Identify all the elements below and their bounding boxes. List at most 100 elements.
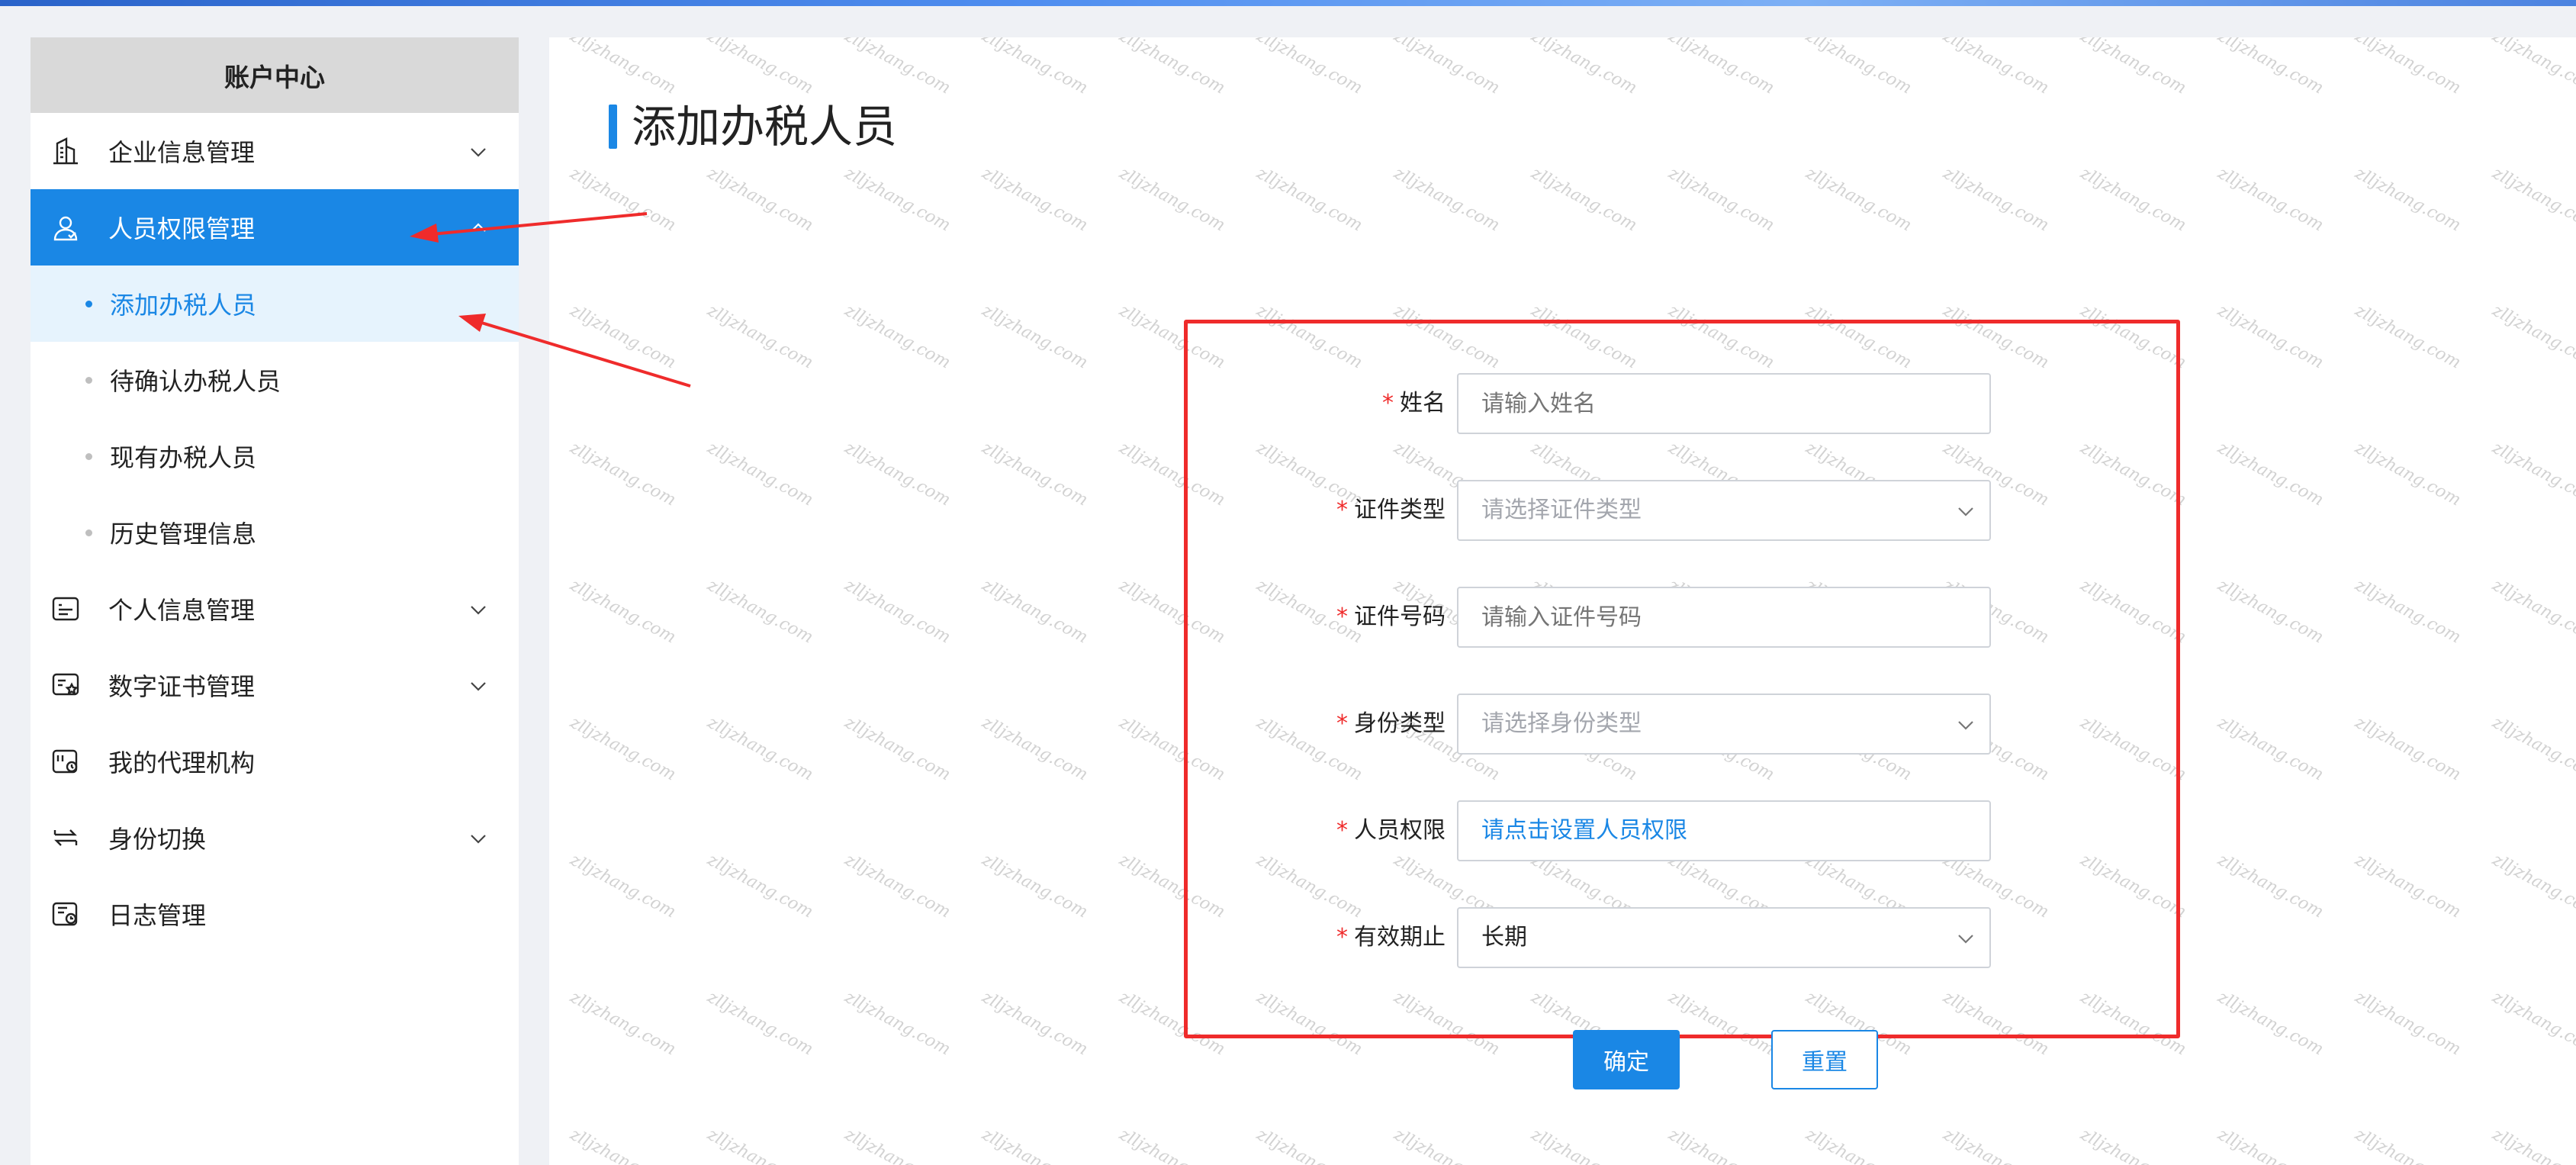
watermark-text: zlljzhang.com — [2214, 163, 2327, 236]
watermark-text: zlljzhang.com — [2489, 713, 2576, 785]
validity-select[interactable]: 长期 — [1457, 907, 1991, 968]
watermark-text: zlljzhang.com — [2489, 850, 2576, 922]
watermark-text: zlljzhang.com — [2077, 163, 2189, 236]
sidebar-subitem-label: 待确认办税人员 — [110, 367, 281, 396]
chevron-down-icon — [471, 682, 486, 691]
watermark-text: zlljzhang.com — [2214, 987, 2327, 1060]
watermark-text: zlljzhang.com — [1116, 1125, 1228, 1165]
form-label-identity-type: * 身份类型 — [1336, 710, 1446, 737]
watermark-text: zlljzhang.com — [2214, 301, 2327, 373]
chevron-down-icon — [471, 148, 486, 157]
watermark-text: zlljzhang.com — [841, 163, 954, 236]
title-accent-bar — [609, 105, 617, 149]
form-label-id-type: * 证件类型 — [1336, 497, 1446, 523]
watermark-text: zlljzhang.com — [2489, 301, 2576, 373]
watermark-text: zlljzhang.com — [567, 987, 679, 1060]
confirm-button[interactable]: 确定 — [1573, 1030, 1680, 1089]
sidebar-subitem-current-tax-staff[interactable]: 现有办税人员 — [31, 418, 519, 494]
watermark-text: zlljzhang.com — [841, 713, 954, 785]
sidebar-item-personal-info[interactable]: 个人信息管理 — [31, 571, 519, 647]
form-row-validity: * 有效期止 长期 — [1336, 907, 1991, 968]
building-icon — [53, 137, 78, 165]
id-type-select[interactable]: 请选择证件类型 — [1457, 480, 1991, 541]
watermark-text: zlljzhang.com — [2489, 438, 2576, 510]
switch-icon — [53, 829, 78, 846]
sidebar-item-my-agency[interactable]: 我的代理机构 — [31, 723, 519, 800]
sidebar-item-log-management[interactable]: 日志管理 — [31, 876, 519, 952]
sidebar-item-label: 个人信息管理 — [108, 596, 256, 625]
watermark-text: zlljzhang.com — [2489, 987, 2576, 1060]
watermark-text: zlljzhang.com — [2214, 438, 2327, 510]
watermark-text: zlljzhang.com — [704, 37, 816, 98]
watermark-text: zlljzhang.com — [979, 987, 1091, 1060]
watermark-text: zlljzhang.com — [567, 438, 679, 510]
bullet-dot — [85, 453, 92, 460]
watermark-text: zlljzhang.com — [979, 37, 1091, 98]
bullet-dot — [85, 377, 92, 384]
sidebar-subitem-history[interactable]: 历史管理信息 — [31, 494, 519, 571]
watermark-text: zlljzhang.com — [567, 713, 679, 785]
watermark-text: zlljzhang.com — [979, 713, 1091, 785]
watermark-text: zlljzhang.com — [567, 163, 679, 236]
watermark-text: zlljzhang.com — [1528, 1125, 1640, 1165]
watermark-text: zlljzhang.com — [2489, 37, 2576, 98]
watermark-text: zlljzhang.com — [567, 301, 679, 373]
chevron-down-icon — [1958, 721, 1973, 730]
watermark-text: zlljzhang.com — [567, 1125, 679, 1165]
watermark-text: zlljzhang.com — [704, 713, 816, 785]
sidebar-subitem-add-tax-staff[interactable]: 添加办税人员 — [31, 266, 519, 342]
form-label-name: * 姓名 — [1382, 390, 1446, 417]
watermark-text: zlljzhang.com — [2352, 163, 2464, 236]
id-number-input[interactable] — [1457, 587, 1991, 648]
watermark-text: zlljzhang.com — [704, 1125, 816, 1165]
chevron-down-icon — [1958, 935, 1973, 944]
watermark-text: zlljzhang.com — [704, 301, 816, 373]
sidebar-item-label: 人员权限管理 — [108, 214, 256, 243]
sidebar-subitem-pending-tax-staff[interactable]: 待确认办税人员 — [31, 342, 519, 418]
agency-icon — [52, 749, 78, 774]
reset-button[interactable]: 重置 — [1771, 1030, 1878, 1089]
watermark-text: zlljzhang.com — [1803, 163, 1915, 236]
chevron-down-icon — [1958, 507, 1973, 517]
form-row-name: * 姓名 — [1382, 373, 1991, 434]
watermark-text: zlljzhang.com — [1528, 37, 1640, 98]
watermark-text: zlljzhang.com — [2352, 575, 2464, 648]
watermark-text: zlljzhang.com — [1253, 37, 1365, 98]
watermark-text: zlljzhang.com — [841, 438, 954, 510]
watermark-text: zlljzhang.com — [2352, 713, 2464, 785]
watermark-text: zlljzhang.com — [979, 301, 1091, 373]
watermark-text: zlljzhang.com — [704, 987, 816, 1060]
watermark-text: zlljzhang.com — [979, 438, 1091, 510]
watermark-text: zlljzhang.com — [979, 850, 1091, 922]
sidebar-item-label: 数字证书管理 — [108, 672, 256, 701]
watermark-text: zlljzhang.com — [1391, 1125, 1503, 1165]
watermark-text: zlljzhang.com — [1803, 1125, 1915, 1165]
watermark-text: zlljzhang.com — [1391, 163, 1503, 236]
watermark-text: zlljzhang.com — [1940, 163, 2052, 236]
sidebar-item-enterprise-info[interactable]: 企业信息管理 — [31, 113, 519, 189]
sidebar-item-identity-switch[interactable]: 身份切换 — [31, 800, 519, 876]
form-label-id-number: * 证件号码 — [1336, 603, 1446, 630]
watermark-text: zlljzhang.com — [1665, 37, 1777, 98]
identity-type-select[interactable]: 请选择身份类型 — [1457, 694, 1991, 755]
watermark-text: zlljzhang.com — [841, 575, 954, 648]
watermark-text: zlljzhang.com — [2214, 575, 2327, 648]
watermark-text: zlljzhang.com — [2077, 37, 2189, 98]
id-card-icon — [52, 597, 79, 621]
form-row-id-type: * 证件类型 请选择证件类型 — [1336, 480, 1991, 541]
name-input[interactable] — [1457, 373, 1991, 434]
watermark-text: zlljzhang.com — [704, 575, 816, 648]
watermark-text: zlljzhang.com — [841, 1125, 954, 1165]
main-content: 添加办税人员 zlljzhang.com zlljzhang.com zlljzha… — [549, 37, 2576, 1165]
permission-setting-field[interactable]: 请点击设置人员权限 — [1457, 800, 1991, 861]
sidebar-item-staff-permissions[interactable]: 人员权限管理 — [31, 189, 519, 266]
sidebar-item-digital-certificate[interactable]: 数字证书管理 — [31, 647, 519, 723]
watermark-text: zlljzhang.com — [841, 301, 954, 373]
sidebar: 账户中心 企业信息管理 人员权限管理 添加办税人员 待确认办税人员 现有办税人员… — [31, 37, 519, 1165]
watermark-text: zlljzhang.com — [841, 987, 954, 1060]
watermark-text: zlljzhang.com — [2489, 1125, 2576, 1165]
watermark-text: zlljzhang.com — [1528, 163, 1640, 236]
watermark-text: zlljzhang.com — [1391, 37, 1503, 98]
watermark-text: zlljzhang.com — [1116, 37, 1228, 98]
watermark-text: zlljzhang.com — [1940, 1125, 2052, 1165]
